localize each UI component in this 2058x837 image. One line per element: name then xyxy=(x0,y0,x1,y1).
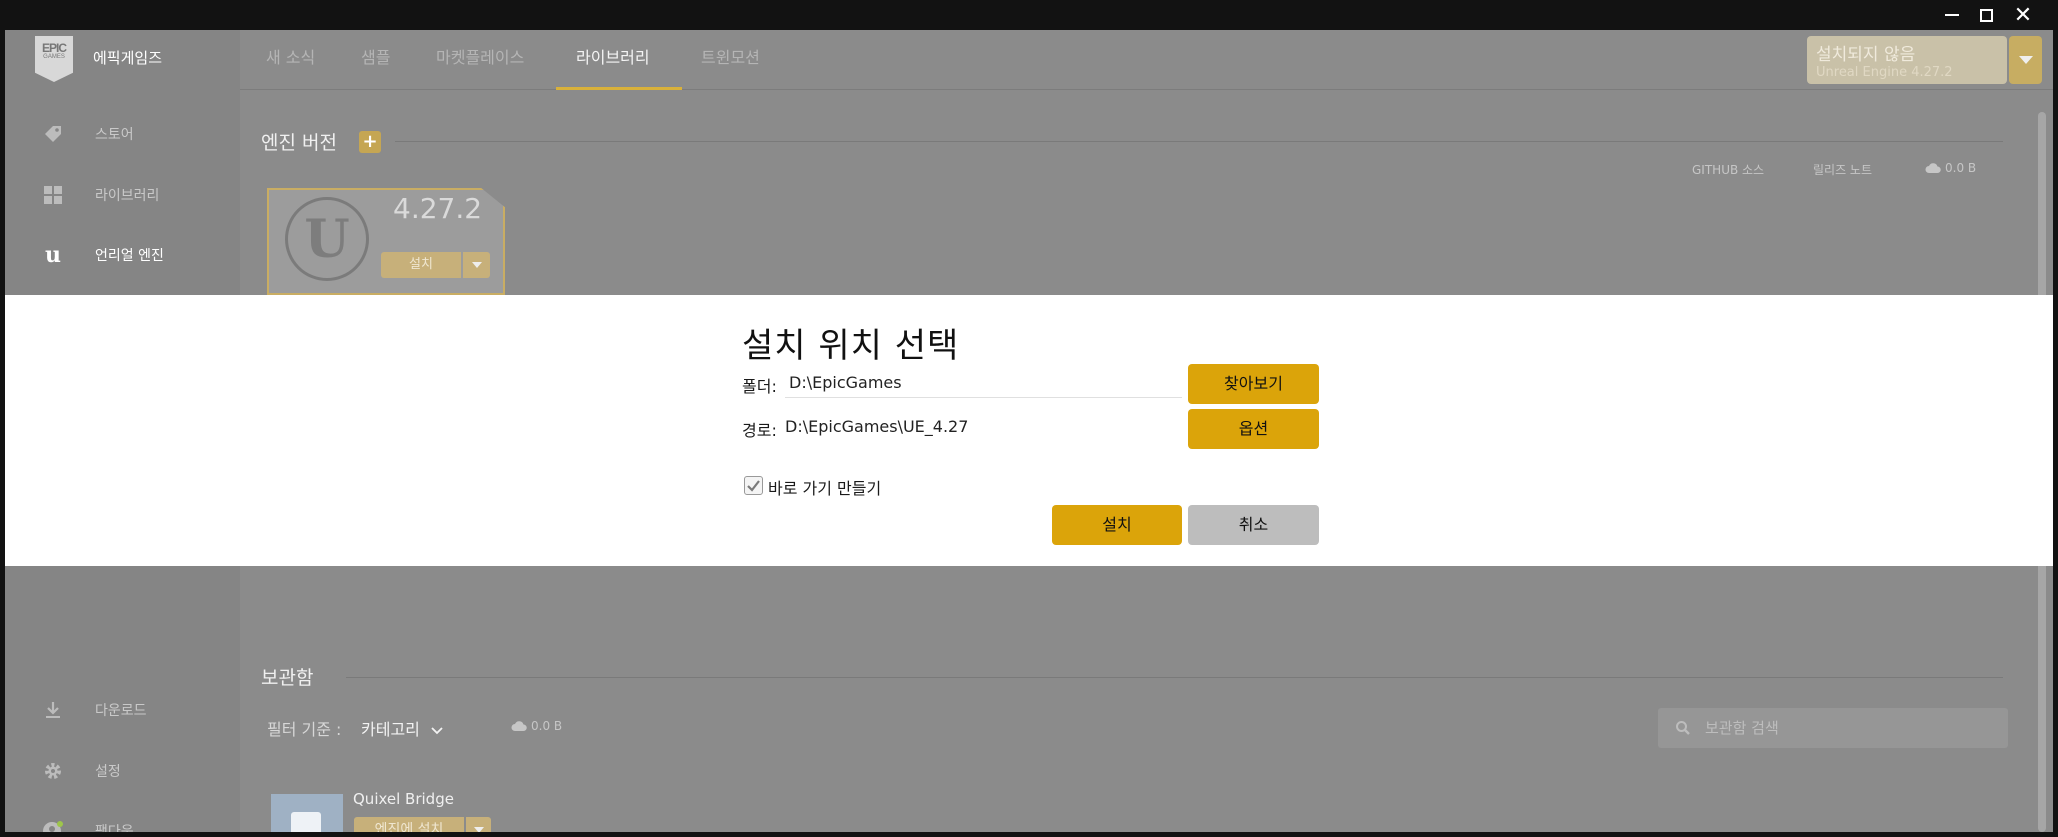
create-shortcut-label[interactable]: 바로 가기 만들기 xyxy=(768,475,881,499)
install-to-engine-button[interactable]: 엔진에 설치 xyxy=(354,817,464,832)
status-text: 설치되지 않음 xyxy=(1816,45,1916,65)
search-icon xyxy=(1676,721,1690,735)
engine-install-dropdown[interactable] xyxy=(463,252,490,278)
asset-name: Quixel Bridge xyxy=(353,790,454,808)
sidebar-item-label: 설정 xyxy=(95,764,121,780)
section-divider xyxy=(346,677,2003,678)
active-tab-indicator xyxy=(556,87,682,90)
asset-thumbnail[interactable]: i xyxy=(271,794,343,832)
github-source-link[interactable]: GITHUB 소스 xyxy=(1692,161,1764,178)
dialog-title: 설치 위치 선택 xyxy=(742,326,960,366)
logo-text-bottom: GAMES xyxy=(43,54,65,60)
maximize-icon xyxy=(1979,8,1993,22)
add-engine-button[interactable]: + xyxy=(359,131,381,153)
filter-label: 필터 기준 : xyxy=(267,720,342,739)
sidebar-item-downloads[interactable]: 다운로드 xyxy=(41,698,147,722)
sidebar-item-label: 스토어 xyxy=(95,127,134,143)
install-to-engine-dropdown[interactable] xyxy=(466,817,491,832)
filter-category-select[interactable]: 카테고리 xyxy=(361,716,443,740)
vault-title: 보관함 xyxy=(261,667,314,689)
minimize-icon xyxy=(1945,14,1959,16)
unreal-logo-icon: U xyxy=(285,197,369,281)
chevron-down-icon xyxy=(471,262,482,268)
tag-icon xyxy=(41,122,65,146)
folder-input[interactable]: D:\EpicGames xyxy=(785,369,1182,398)
install-location-dialog: 설치 위치 선택 폴더: D:\EpicGames 찾아보기 경로: D:\Ep… xyxy=(5,295,2053,566)
tab-news[interactable]: 새 소식 xyxy=(266,30,315,90)
engine-size-value: 0.0 B xyxy=(1945,161,1977,175)
chevron-down-icon xyxy=(431,727,443,735)
chevron-down-icon xyxy=(2018,56,2033,64)
logo-text-top: EPIC xyxy=(41,41,67,55)
sidebar-item-label: 라이브러리 xyxy=(95,188,160,204)
close-button[interactable]: ✕ xyxy=(2008,3,2038,28)
tab-twinmotion[interactable]: 트윈모션 xyxy=(701,30,760,90)
window-titlebar: ✕ xyxy=(0,0,2058,30)
engine-versions-title: 엔진 버전 xyxy=(261,132,337,154)
launch-status-button[interactable]: 설치되지 않음 Unreal Engine 4.27.2 xyxy=(1807,36,2007,84)
cloud-icon xyxy=(1925,163,1941,173)
brand-name: 에픽게임즈 xyxy=(93,49,163,67)
path-label: 경로: xyxy=(742,421,777,440)
engine-size: 0.0 B xyxy=(1925,161,1976,175)
sidebar-item-label: 팽다욱 xyxy=(95,824,134,832)
gear-icon xyxy=(41,759,65,783)
maximize-button[interactable] xyxy=(1971,3,2001,27)
create-shortcut-checkbox[interactable] xyxy=(744,476,763,495)
tab-library[interactable]: 라이브러리 xyxy=(576,30,650,90)
options-button[interactable]: 옵션 xyxy=(1188,409,1319,449)
cancel-button[interactable]: 취소 xyxy=(1188,505,1319,545)
sidebar-item-unreal-engine[interactable]: u 언리얼 엔진 xyxy=(41,242,164,268)
search-placeholder: 보관함 검색 xyxy=(1705,719,1779,737)
sidebar-item-label: 언리얼 엔진 xyxy=(95,248,164,264)
tab-marketplace[interactable]: 마켓플레이스 xyxy=(436,30,524,90)
top-navigation: 새 소식 샘플 마켓플레이스 라이브러리 트윈모션 설치되지 않음 Unreal… xyxy=(240,30,2053,90)
minimize-button[interactable] xyxy=(1937,3,1967,27)
tab-samples[interactable]: 샘플 xyxy=(361,30,390,90)
sidebar-item-library[interactable]: 라이브러리 xyxy=(41,183,159,207)
checkmark-icon xyxy=(747,480,760,492)
vault-size: 0.0 B xyxy=(511,719,562,733)
cloud-icon xyxy=(511,721,527,731)
section-divider xyxy=(395,141,2003,142)
user-icon xyxy=(41,819,65,832)
filter-value: 카테고리 xyxy=(361,720,420,739)
vault-size-value: 0.0 B xyxy=(531,719,563,733)
sidebar-item-store[interactable]: 스토어 xyxy=(41,122,134,146)
bridge-logo-icon xyxy=(291,812,321,832)
download-icon xyxy=(41,698,65,722)
launch-dropdown-button[interactable] xyxy=(2009,36,2042,84)
path-value: D:\EpicGames\UE_4.27 xyxy=(785,417,969,436)
epic-logo[interactable]: EPIC GAMES xyxy=(35,36,73,82)
engine-install-button[interactable]: 설치 xyxy=(381,252,461,278)
folder-label: 폴더: xyxy=(742,377,777,396)
sidebar-item-settings[interactable]: 설정 xyxy=(41,759,121,783)
release-notes-link[interactable]: 릴리즈 노트 xyxy=(1813,161,1872,178)
browse-button[interactable]: 찾아보기 xyxy=(1188,364,1319,404)
install-button[interactable]: 설치 xyxy=(1052,505,1182,545)
vault-search-input[interactable]: 보관함 검색 xyxy=(1658,708,2008,748)
sidebar-item-account[interactable]: 팽다욱 xyxy=(41,819,134,832)
window-frame-bottom xyxy=(0,832,2058,837)
unreal-icon: u xyxy=(45,242,61,268)
grid-icon xyxy=(41,183,65,207)
engine-version-number: 4.27.2 xyxy=(393,192,483,225)
sidebar-item-label: 다운로드 xyxy=(95,703,147,719)
engine-version-text: Unreal Engine 4.27.2 xyxy=(1816,65,1953,80)
